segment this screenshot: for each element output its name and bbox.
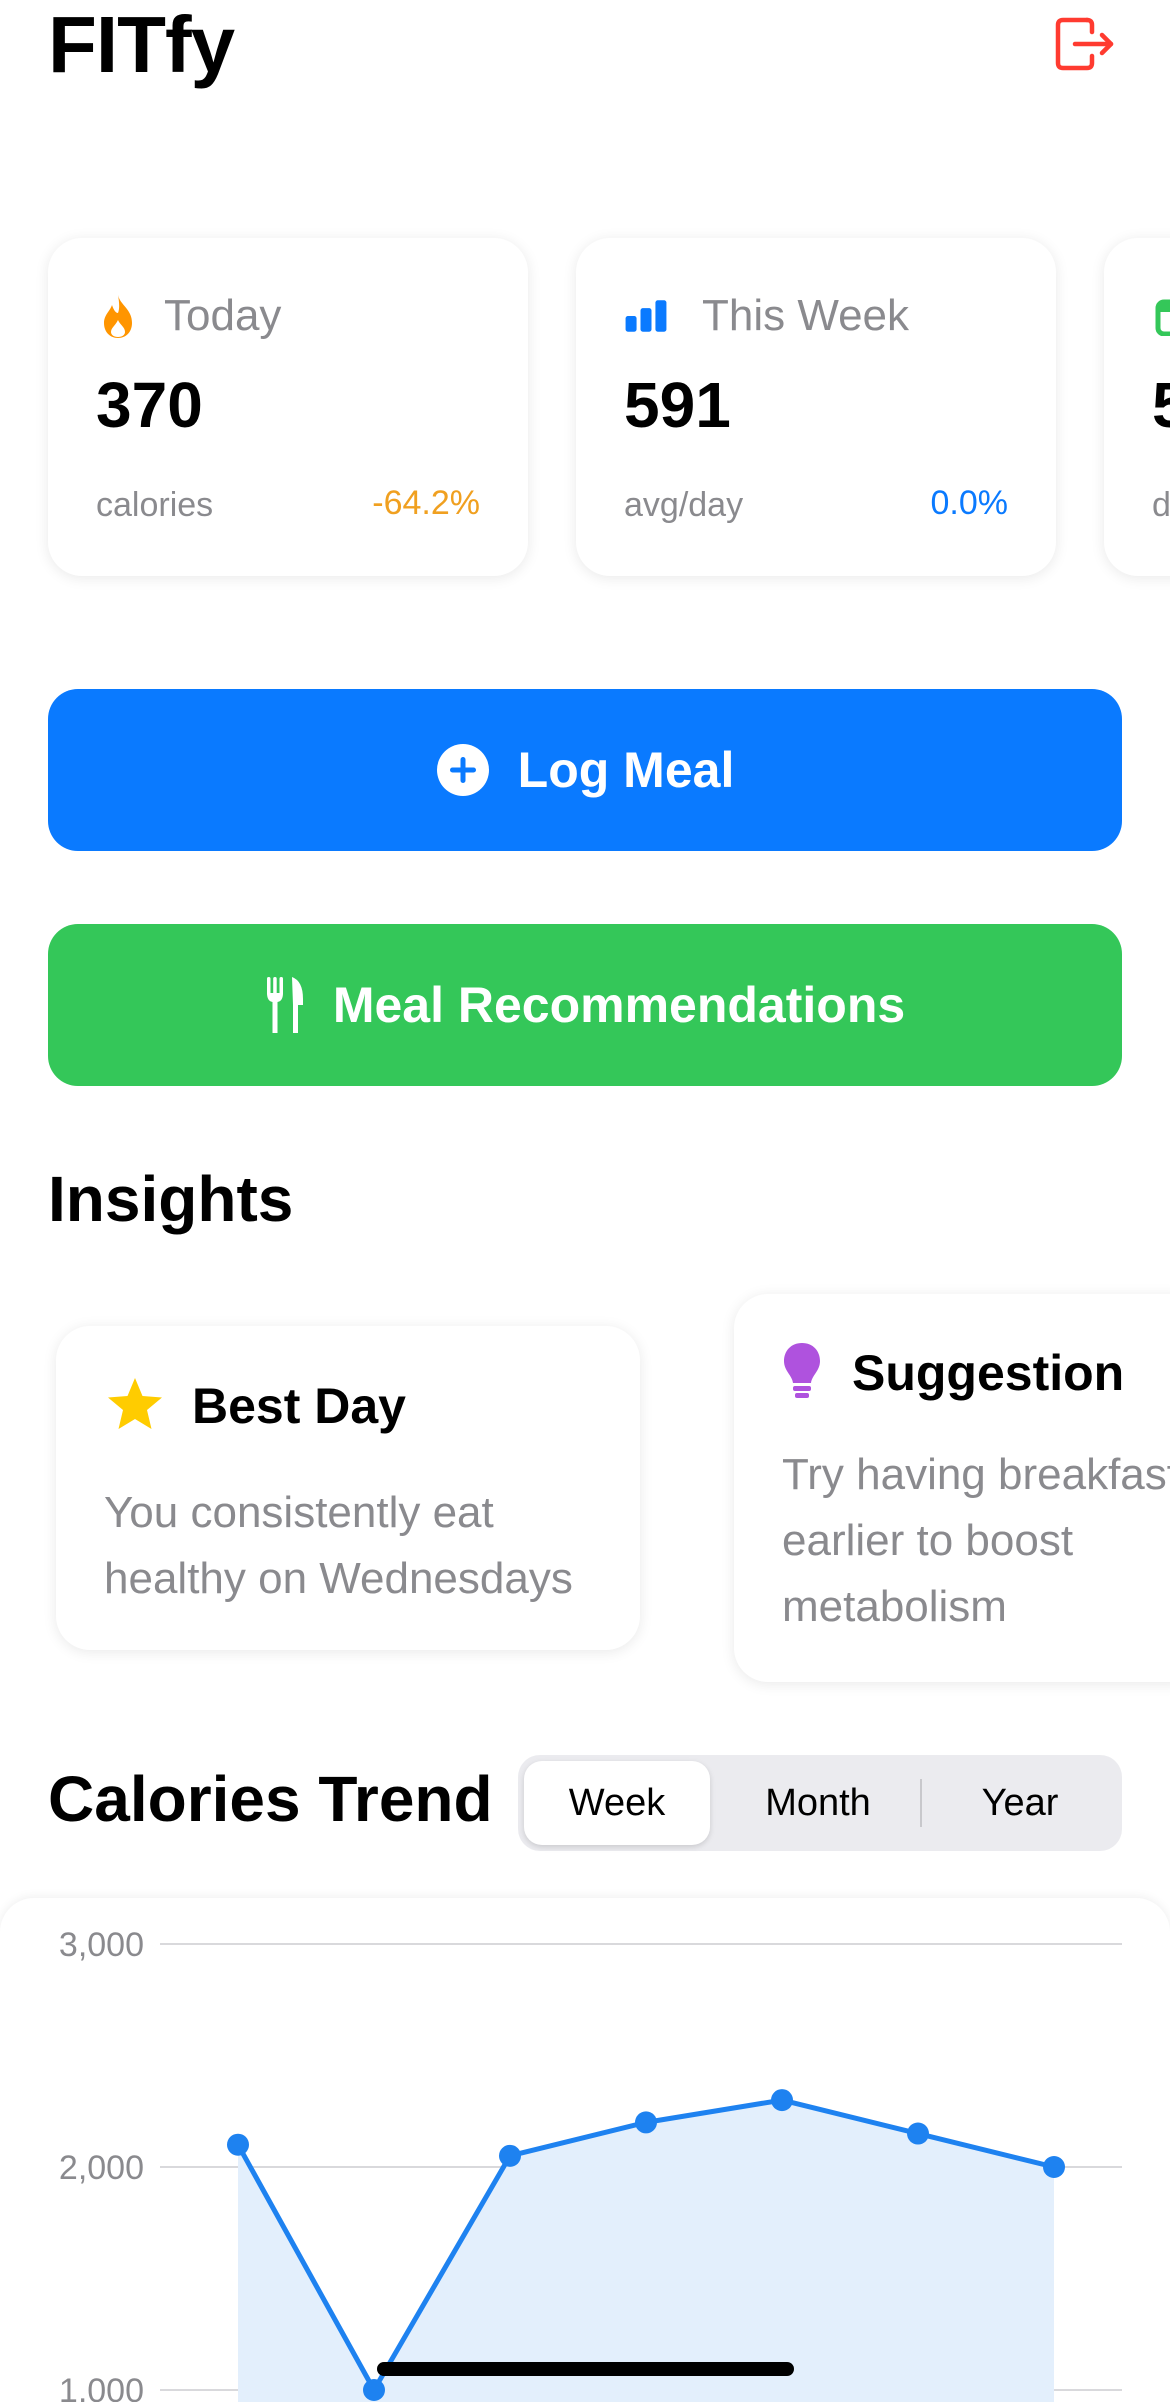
plus-circle-icon	[436, 743, 490, 797]
calendar-icon	[1152, 292, 1170, 340]
data-point[interactable]	[635, 2111, 657, 2134]
calories-chart-card: 3,000 2,000 1,000	[0, 1898, 1170, 2402]
stat-value: 370	[96, 369, 203, 441]
stat-value: 591	[624, 369, 731, 441]
calories-trend-chart: 3,000 2,000 1,000	[59, 1926, 1122, 2402]
segment-month[interactable]: Month	[718, 1761, 918, 1845]
meal-recommendations-button[interactable]: Meal Recommendations	[48, 924, 1122, 1086]
data-point[interactable]	[227, 2133, 249, 2156]
stat-card-today[interactable]: Today 370 calories -64.2%	[48, 238, 528, 576]
fork-knife-icon	[265, 975, 305, 1035]
insight-card-best-day[interactable]: Best Day You consistently eat healthy on…	[56, 1326, 640, 1650]
logout-icon	[1055, 17, 1114, 71]
series-area	[238, 2100, 1054, 2402]
data-point[interactable]	[771, 2089, 793, 2112]
stat-label: This Week	[702, 291, 910, 340]
lightbulb-icon	[782, 1341, 822, 1406]
meal-recommendations-label: Meal Recommendations	[332, 977, 906, 1033]
insight-title: Best Day	[192, 1378, 406, 1434]
bar-chart-icon	[624, 292, 668, 340]
y-tick-label: 1,000	[59, 2372, 144, 2402]
stat-unit: calories	[96, 486, 214, 524]
stat-value: 5	[1152, 369, 1170, 441]
data-point[interactable]	[363, 2379, 385, 2401]
period-segmented-control[interactable]: Week Month Year	[518, 1755, 1122, 1851]
stat-delta: -64.2%	[372, 484, 480, 522]
segment-week[interactable]: Week	[524, 1761, 710, 1845]
log-meal-button[interactable]: Log Meal	[48, 689, 1122, 851]
insight-title: Suggestion	[852, 1345, 1125, 1401]
calories-trend-title: Calories Trend	[48, 1763, 493, 1835]
data-point[interactable]	[1043, 2156, 1065, 2178]
data-point[interactable]	[907, 2122, 929, 2145]
stat-label: Today	[164, 291, 282, 340]
segment-year[interactable]: Year	[922, 1761, 1118, 1845]
insight-body: Try having breakfast earlier to boost me…	[782, 1450, 1170, 1631]
y-tick-label: 2,000	[59, 2149, 144, 2187]
stat-card-this-week[interactable]: This Week 591 avg/day 0.0%	[576, 238, 1056, 576]
insights-title: Insights	[48, 1163, 294, 1235]
insight-body: You consistently eat healthy on Wednesda…	[104, 1488, 573, 1603]
stat-card-third[interactable]: 5 d	[1104, 238, 1170, 576]
flame-icon	[96, 292, 140, 340]
data-point[interactable]	[499, 2144, 521, 2167]
star-icon	[106, 1376, 164, 1437]
insight-card-suggestion[interactable]: Suggestion Try having breakfast earlier …	[734, 1294, 1170, 1682]
log-meal-label: Log Meal	[517, 742, 735, 798]
app-title: FITfy	[48, 0, 235, 89]
logout-button[interactable]	[1053, 14, 1117, 74]
y-tick-label: 3,000	[59, 1926, 144, 1964]
stat-delta: 0.0%	[930, 484, 1009, 522]
stat-unit: d	[1152, 486, 1170, 524]
stat-unit: avg/day	[624, 486, 744, 524]
home-indicator	[377, 2362, 794, 2376]
